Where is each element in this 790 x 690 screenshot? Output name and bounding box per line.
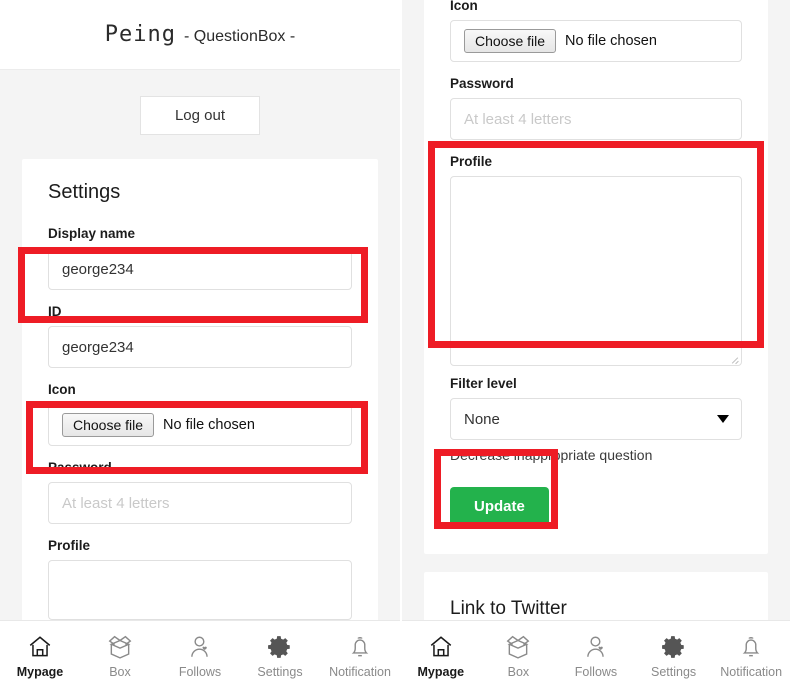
nav-item-box-r[interactable]: Box xyxy=(480,633,558,679)
box-icon xyxy=(107,633,133,661)
logout-zone: Log out xyxy=(0,70,400,159)
nav-item-box[interactable]: Box xyxy=(80,633,160,679)
icon-label: Icon xyxy=(48,382,76,397)
app-header: Peing - QuestionBox - xyxy=(0,0,400,70)
password-input-r[interactable] xyxy=(450,98,742,140)
twitter-card-title: Link to Twitter xyxy=(450,598,567,619)
nav-label-mypage: Mypage xyxy=(16,664,64,679)
person-heart-icon xyxy=(583,633,609,661)
password-input[interactable] xyxy=(48,482,352,524)
box-icon xyxy=(505,633,531,661)
nav-item-settings-r[interactable]: Settings xyxy=(635,633,713,679)
nav-item-mypage[interactable]: Mypage xyxy=(0,633,80,679)
logo-text-peing: Peing xyxy=(104,22,177,47)
gear-icon xyxy=(267,633,293,661)
update-row: Update xyxy=(450,473,742,534)
app-screenshot: Peing - QuestionBox - Log out Settings D… xyxy=(0,0,790,690)
app-logo[interactable]: Peing - QuestionBox - xyxy=(105,22,295,47)
nav-label-follows: Follows xyxy=(178,664,222,679)
settings-card-scrolled: Icon Choose file No file chosen Password… xyxy=(424,0,768,554)
display-name-input[interactable] xyxy=(48,248,352,290)
icon-file-input[interactable]: Choose file No file chosen xyxy=(48,404,352,446)
icon-file-status-r: No file chosen xyxy=(565,33,657,49)
display-name-label: Display name xyxy=(48,226,136,241)
nav-label-notification-r: Notification xyxy=(720,664,783,679)
nav-item-notification-r[interactable]: Notification xyxy=(712,633,790,679)
choose-file-button-r[interactable]: Choose file xyxy=(464,29,557,53)
bell-icon xyxy=(738,633,764,661)
field-icon-r: Icon Choose file No file chosen xyxy=(450,0,742,62)
home-icon xyxy=(27,633,53,661)
profile-textarea-r[interactable] xyxy=(450,176,742,366)
nav-item-follows-r[interactable]: Follows xyxy=(557,633,635,679)
field-password-r: Password xyxy=(450,76,742,140)
logo-text-questionbox: - QuestionBox - xyxy=(184,28,296,45)
filter-level-help: Decrease inappropriate question xyxy=(450,447,653,463)
field-id: ID xyxy=(48,304,352,368)
settings-card: Settings Display name ID Icon Choose fil… xyxy=(22,159,378,654)
nav-label-box-r: Box xyxy=(507,664,530,679)
nav-label-settings: Settings xyxy=(257,664,303,679)
right-panel: Icon Choose file No file chosen Password… xyxy=(402,0,790,690)
gear-icon xyxy=(661,633,687,661)
field-filter-level: Filter level None Decrease inappropriate… xyxy=(450,376,742,463)
update-button[interactable]: Update xyxy=(450,487,549,526)
person-heart-icon xyxy=(187,633,213,661)
field-password: Password xyxy=(48,460,352,524)
nav-item-settings[interactable]: Settings xyxy=(240,633,320,679)
nav-label-mypage-r: Mypage xyxy=(417,664,465,679)
log-out-button[interactable]: Log out xyxy=(139,96,261,135)
profile-label: Profile xyxy=(48,538,91,553)
bottom-nav-left: Mypage Box Follows Settings Notification xyxy=(0,620,400,690)
nav-item-mypage-r[interactable]: Mypage xyxy=(402,633,480,679)
home-icon xyxy=(428,633,454,661)
bell-icon xyxy=(347,633,373,661)
field-profile-r: Profile xyxy=(450,154,742,366)
profile-textarea[interactable] xyxy=(48,560,352,620)
settings-title: Settings xyxy=(48,181,121,203)
icon-file-input-r[interactable]: Choose file No file chosen xyxy=(450,20,742,62)
password-label: Password xyxy=(48,460,112,475)
password-label-r: Password xyxy=(450,76,514,91)
icon-file-status: No file chosen xyxy=(163,417,255,433)
choose-file-button[interactable]: Choose file xyxy=(62,413,155,437)
nav-item-notification[interactable]: Notification xyxy=(320,633,400,679)
field-profile: Profile xyxy=(48,538,352,620)
filter-level-select[interactable]: None xyxy=(450,398,742,440)
icon-label-r: Icon xyxy=(450,0,478,13)
nav-label-settings-r: Settings xyxy=(650,664,697,679)
nav-label-follows-r: Follows xyxy=(574,664,618,679)
filter-level-label: Filter level xyxy=(450,376,517,391)
nav-item-follows[interactable]: Follows xyxy=(160,633,240,679)
profile-label-r: Profile xyxy=(450,154,493,169)
id-label: ID xyxy=(48,304,62,319)
nav-label-box: Box xyxy=(109,664,131,679)
left-panel: Peing - QuestionBox - Log out Settings D… xyxy=(0,0,400,690)
field-icon: Icon Choose file No file chosen xyxy=(48,382,352,446)
id-input[interactable] xyxy=(48,326,352,368)
bottom-nav-right: Mypage Box Follows Settings Notification xyxy=(402,620,790,690)
card-gap xyxy=(402,554,790,572)
field-display-name: Display name xyxy=(48,226,352,290)
nav-label-notification: Notification xyxy=(329,664,391,679)
